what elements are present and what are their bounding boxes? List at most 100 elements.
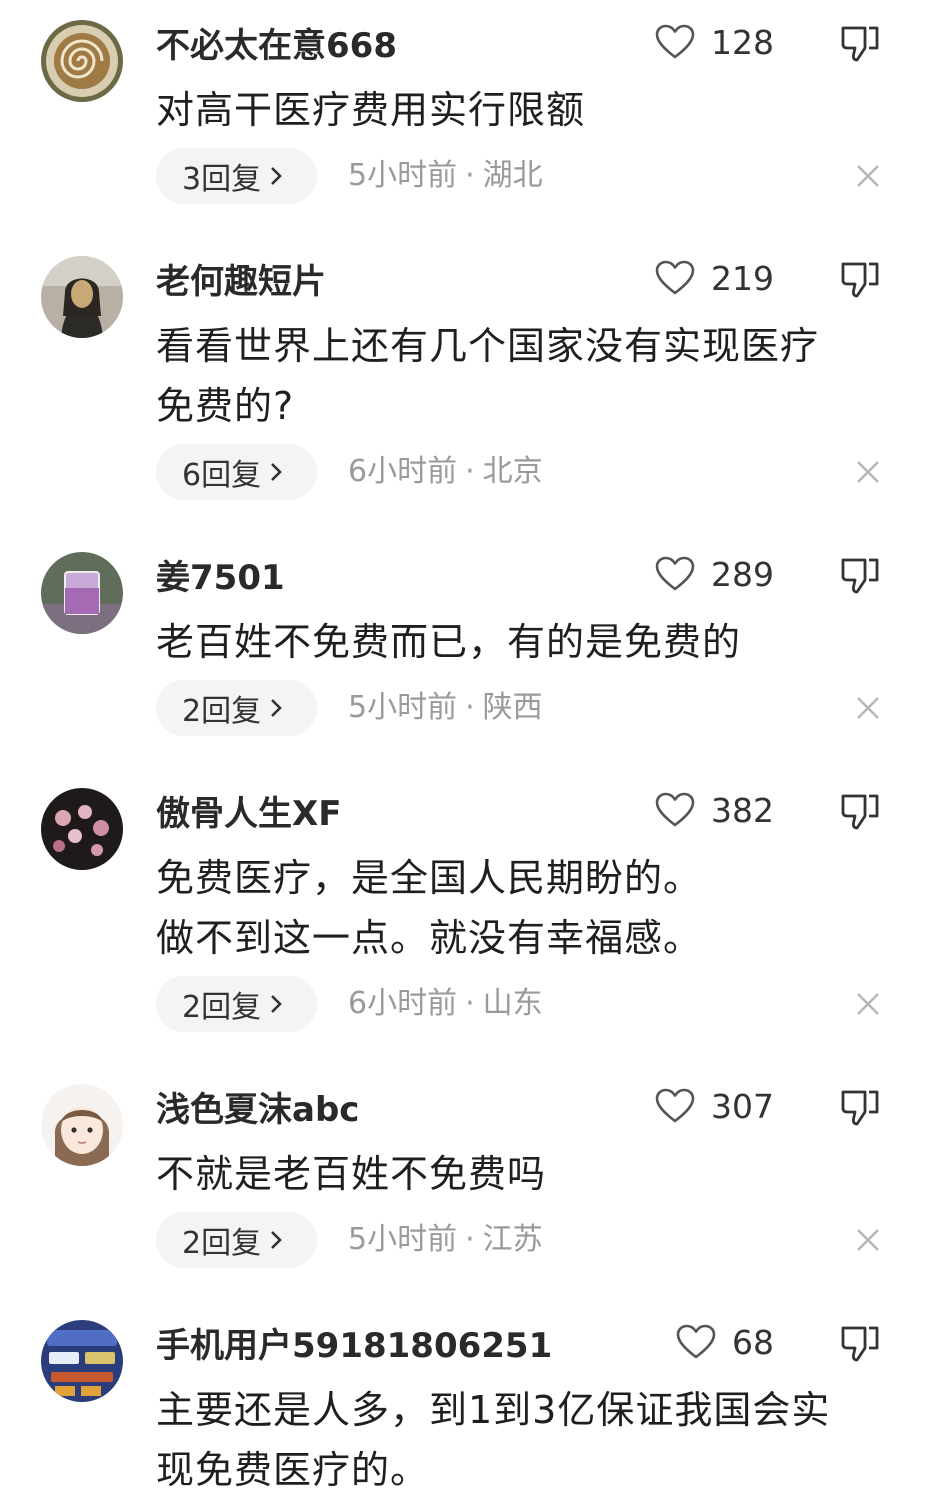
comment-meta: 6回复 6小时前 · 北京 bbox=[156, 444, 886, 500]
thumbs-down-icon[interactable] bbox=[839, 790, 881, 832]
thumbs-down-icon[interactable] bbox=[839, 1086, 881, 1128]
separator-dot: · bbox=[465, 454, 475, 489]
user-avatar[interactable] bbox=[41, 256, 123, 338]
user-avatar[interactable] bbox=[41, 552, 123, 634]
like-count: 219 bbox=[711, 258, 774, 298]
comment-line: 老百姓不免费而已，有的是免费的 bbox=[156, 620, 742, 664]
comment-line: 现免费医疗的。 bbox=[156, 1448, 430, 1492]
user-avatar[interactable] bbox=[41, 788, 123, 870]
comment-text: 主要还是人多，到1到3亿保证我国会实 现免费医疗的。 bbox=[156, 1380, 876, 1500]
username[interactable]: 不必太在意668 bbox=[156, 18, 397, 67]
like-count: 382 bbox=[711, 790, 774, 830]
cartoon-girl-avatar-image bbox=[41, 1084, 123, 1166]
comment-text: 看看世界上还有几个国家没有实现医疗 免费的? bbox=[156, 316, 876, 436]
comment-line: 免费的? bbox=[156, 384, 295, 428]
time-location: 6小时前 · 北京 bbox=[348, 444, 543, 500]
comment-meta: 2回复 6小时前 · 山东 bbox=[156, 976, 886, 1032]
comment-region: 湖北 bbox=[482, 158, 543, 193]
like-button[interactable]: 68 bbox=[676, 1314, 774, 1370]
comment-line: 主要还是人多，到1到3亿保证我国会实 bbox=[156, 1388, 831, 1432]
game-screenshot-avatar-image bbox=[41, 1320, 123, 1402]
like-button[interactable]: 382 bbox=[655, 782, 774, 838]
user-avatar[interactable] bbox=[41, 1320, 123, 1402]
comment-region: 北京 bbox=[482, 454, 543, 489]
thumbs-down-icon[interactable] bbox=[839, 22, 881, 64]
comment-meta: 3回复 5小时前 · 湖北 bbox=[156, 148, 886, 204]
thumbs-down-icon[interactable] bbox=[839, 1322, 881, 1364]
separator-dot: · bbox=[465, 986, 475, 1021]
comment-line: 免费医疗，是全国人民期盼的。 bbox=[156, 856, 703, 900]
comment-time: 6小时前 bbox=[348, 454, 458, 489]
flowers-avatar-image bbox=[41, 788, 123, 870]
time-location: 5小时前 · 陕西 bbox=[348, 680, 543, 736]
like-button[interactable]: 289 bbox=[655, 546, 774, 602]
replies-label: 3回复 bbox=[182, 162, 262, 197]
replies-label: 2回复 bbox=[182, 694, 262, 729]
comment-region: 山东 bbox=[482, 986, 543, 1021]
close-icon[interactable] bbox=[855, 1227, 881, 1253]
replies-button[interactable]: 3回复 bbox=[156, 148, 318, 204]
comment-text: 对高干医疗费用实行限额 bbox=[156, 80, 876, 140]
close-icon[interactable] bbox=[855, 459, 881, 485]
comment-time: 5小时前 bbox=[348, 690, 458, 725]
chevron-right-icon bbox=[271, 167, 282, 185]
chevron-right-icon bbox=[271, 463, 282, 481]
replies-label: 2回复 bbox=[182, 990, 262, 1025]
like-button[interactable]: 307 bbox=[655, 1078, 774, 1134]
replies-label: 2回复 bbox=[182, 1226, 262, 1261]
user-avatar[interactable] bbox=[41, 20, 123, 102]
like-count: 307 bbox=[711, 1086, 774, 1126]
thumbs-down-icon[interactable] bbox=[839, 554, 881, 596]
glass-avatar-image bbox=[41, 552, 123, 634]
replies-button[interactable]: 2回复 bbox=[156, 1212, 318, 1268]
close-icon[interactable] bbox=[855, 695, 881, 721]
replies-button[interactable]: 2回复 bbox=[156, 976, 318, 1032]
like-button[interactable]: 219 bbox=[655, 250, 774, 306]
separator-dot: · bbox=[465, 690, 475, 725]
comment-time: 5小时前 bbox=[348, 158, 458, 193]
comment-meta: 2回复 5小时前 · 陕西 bbox=[156, 680, 886, 736]
username[interactable]: 手机用户59181806251 bbox=[156, 1318, 552, 1367]
user-avatar[interactable] bbox=[41, 1084, 123, 1166]
replies-button[interactable]: 2回复 bbox=[156, 680, 318, 736]
time-location: 6小时前 · 山东 bbox=[348, 976, 543, 1032]
heart-outline-icon bbox=[676, 1324, 716, 1359]
separator-dot: · bbox=[465, 1222, 475, 1257]
comment-text: 不就是老百姓不免费吗 bbox=[156, 1144, 876, 1204]
separator-dot: · bbox=[465, 158, 475, 193]
close-icon[interactable] bbox=[855, 163, 881, 189]
portrait-avatar-image bbox=[41, 256, 123, 338]
chevron-right-icon bbox=[271, 699, 282, 717]
heart-outline-icon bbox=[655, 24, 695, 59]
close-icon[interactable] bbox=[855, 991, 881, 1017]
username[interactable]: 老何趣短片 bbox=[156, 254, 326, 303]
comment-line: 做不到这一点。就没有幸福感。 bbox=[156, 916, 703, 960]
heart-outline-icon bbox=[655, 260, 695, 295]
like-count: 68 bbox=[732, 1322, 774, 1362]
time-location: 5小时前 · 江苏 bbox=[348, 1212, 543, 1268]
comment-region: 江苏 bbox=[482, 1222, 543, 1257]
heart-outline-icon bbox=[655, 1088, 695, 1123]
like-count: 289 bbox=[711, 554, 774, 594]
replies-label: 6回复 bbox=[182, 458, 262, 493]
heart-outline-icon bbox=[655, 556, 695, 591]
thumbs-down-icon[interactable] bbox=[839, 258, 881, 300]
like-button[interactable]: 128 bbox=[655, 14, 774, 70]
comment-meta: 2回复 5小时前 · 江苏 bbox=[156, 1212, 886, 1268]
heart-outline-icon bbox=[655, 792, 695, 827]
username[interactable]: 姜7501 bbox=[156, 550, 285, 599]
username[interactable]: 浅色夏沫abc bbox=[156, 1082, 359, 1131]
username[interactable]: 傲骨人生XF bbox=[156, 786, 341, 835]
comment-text: 免费医疗，是全国人民期盼的。 做不到这一点。就没有幸福感。 bbox=[156, 848, 876, 968]
comment-line: 看看世界上还有几个国家没有实现医疗 bbox=[156, 324, 820, 368]
comment-line: 不就是老百姓不免费吗 bbox=[156, 1152, 547, 1196]
comment-time: 5小时前 bbox=[348, 1222, 458, 1257]
comment-region: 陕西 bbox=[482, 690, 543, 725]
time-location: 5小时前 · 湖北 bbox=[348, 148, 543, 204]
comment-time: 6小时前 bbox=[348, 986, 458, 1021]
chevron-right-icon bbox=[271, 995, 282, 1013]
comment-line: 对高干医疗费用实行限额 bbox=[156, 88, 586, 132]
comment-text: 老百姓不免费而已，有的是免费的 bbox=[156, 612, 876, 672]
chevron-right-icon bbox=[271, 1231, 282, 1249]
replies-button[interactable]: 6回复 bbox=[156, 444, 318, 500]
